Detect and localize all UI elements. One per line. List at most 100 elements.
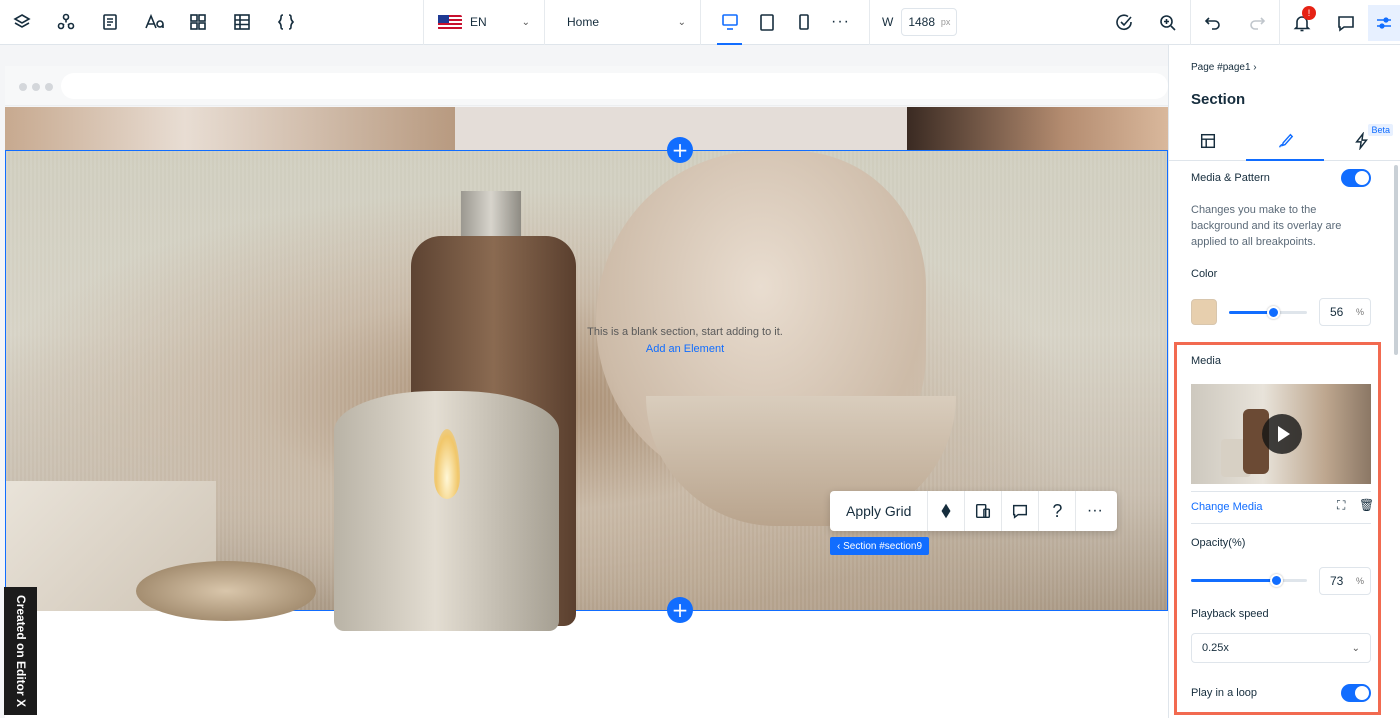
language-label: EN [470, 15, 487, 29]
section-name-tag[interactable]: ‹ Section #section9 [830, 537, 930, 555]
language-selector[interactable]: EN ⌄ [424, 0, 544, 45]
playback-speed-label: Playback speed [1191, 608, 1269, 620]
breakpoint-switcher: ··· [701, 0, 869, 45]
layers-icon [13, 14, 31, 28]
undo-icon [1204, 16, 1220, 30]
help-button[interactable]: ? [1039, 491, 1077, 531]
add-element-link[interactable]: Add an Element [580, 343, 790, 355]
tablet-breakpoint-button[interactable] [748, 0, 785, 45]
layout-icon [1200, 133, 1215, 148]
zoom-in-icon [1160, 14, 1176, 31]
panel-tabs: Beta [1169, 121, 1400, 161]
pages-icon [103, 14, 117, 30]
tab-design[interactable] [1246, 121, 1324, 161]
panel-title: Section [1191, 91, 1246, 108]
loop-label: Play in a loop [1191, 687, 1258, 699]
playback-speed-select[interactable]: 0.25x ⌄ [1191, 633, 1371, 663]
us-flag-icon [438, 14, 462, 30]
chevron-right-icon: › [1253, 62, 1257, 73]
more-icon: ··· [831, 13, 850, 30]
page-selector[interactable]: Home ⌄ [545, 0, 700, 45]
tablet-icon [759, 14, 774, 31]
notifications-button[interactable]: ! [1280, 0, 1324, 45]
inspector-panel: Page #page1 › Section Beta Media & Patte… [1168, 45, 1400, 718]
previous-section-image [5, 107, 455, 150]
comments-button[interactable] [1324, 0, 1368, 45]
responsive-button[interactable] [965, 491, 1003, 531]
components-button[interactable] [44, 0, 88, 45]
breadcrumb[interactable]: Page #page1 › [1191, 62, 1257, 73]
chevron-down-icon: ⌄ [677, 16, 686, 28]
question-icon: ? [1052, 500, 1063, 521]
components-icon [57, 13, 75, 30]
tab-interactions[interactable]: Beta [1324, 121, 1400, 160]
redo-button[interactable] [1235, 0, 1279, 45]
opacity-label: Opacity(%) [1191, 537, 1246, 549]
tab-layout[interactable] [1169, 121, 1246, 160]
code-button[interactable] [264, 0, 308, 45]
redo-icon [1250, 16, 1266, 30]
typography-button[interactable] [132, 0, 176, 45]
diamond-animation-icon [941, 503, 951, 519]
more-breakpoints-button[interactable]: ··· [822, 0, 859, 45]
layers-button[interactable] [0, 0, 44, 45]
brush-icon [1278, 133, 1294, 148]
top-toolbar: EN ⌄ Home ⌄ ··· W 1488 px ! [0, 0, 1400, 45]
section-floating-toolbar: Apply Grid ? ··· [830, 491, 1117, 531]
typography-icon [145, 13, 164, 29]
comment-button[interactable] [1002, 491, 1040, 531]
browser-frame [5, 66, 1168, 106]
zoom-button[interactable] [1146, 0, 1190, 45]
animation-button[interactable] [928, 491, 966, 531]
color-opacity-input[interactable]: 56% [1319, 298, 1371, 326]
more-actions-button[interactable]: ··· [1076, 491, 1113, 531]
loop-toggle[interactable] [1341, 684, 1371, 702]
pages-button[interactable] [88, 0, 132, 45]
canvas-width-control: W 1488 px [870, 0, 969, 45]
media-pattern-toggle[interactable] [1341, 169, 1371, 187]
created-on-editor-x-badge[interactable]: Created on Editor X [4, 587, 37, 715]
check-circle-icon [1116, 13, 1132, 30]
media-label: Media [1191, 355, 1221, 367]
undo-button[interactable] [1191, 0, 1235, 45]
desktop-breakpoint-button[interactable] [711, 0, 748, 45]
trash-icon[interactable]: 🗑 [1359, 498, 1374, 512]
width-label: W [882, 15, 894, 29]
breakpoint-note: Changes you make to the background and i… [1191, 204, 1342, 248]
sliders-icon [1377, 16, 1391, 29]
change-media-link[interactable]: Change Media [1191, 501, 1263, 513]
cms-button[interactable] [220, 0, 264, 45]
selected-section[interactable] [5, 150, 1168, 631]
width-value: 1488 [908, 15, 936, 29]
mobile-icon [798, 14, 809, 30]
apply-grid-button[interactable]: Apply Grid [830, 491, 929, 531]
apps-button[interactable] [176, 0, 220, 45]
media-opacity-slider[interactable] [1191, 574, 1307, 587]
window-dots [19, 83, 53, 91]
desktop-icon [721, 14, 738, 30]
media-opacity-input[interactable]: 73% [1319, 567, 1371, 595]
slider-handle[interactable] [1269, 574, 1283, 587]
mobile-breakpoint-button[interactable] [785, 0, 822, 45]
color-opacity-slider[interactable] [1229, 306, 1307, 319]
site-check-button[interactable] [1102, 0, 1146, 45]
color-swatch[interactable] [1191, 299, 1217, 325]
media-thumbnail[interactable] [1191, 384, 1371, 484]
play-icon[interactable] [1262, 414, 1302, 454]
beta-badge: Beta [1368, 124, 1393, 136]
url-bar [61, 73, 1168, 99]
crop-focus-icon[interactable]: ⛶ [1337, 498, 1345, 513]
width-input[interactable]: 1488 px [901, 8, 958, 36]
slider-handle[interactable] [1266, 306, 1280, 319]
apps-icon [190, 14, 206, 30]
plus-icon: + [671, 138, 689, 162]
right-tools: ! [1102, 0, 1400, 45]
media-pattern-label: Media & Pattern [1191, 172, 1270, 184]
panel-scrollbar[interactable] [1394, 165, 1398, 355]
width-unit: px [940, 17, 951, 27]
add-section-below-button[interactable]: + [667, 597, 693, 623]
site-preview: + + This is a blank section, start addin… [5, 107, 1168, 718]
inspector-toggle-button[interactable] [1368, 4, 1400, 41]
add-section-above-button[interactable]: + [667, 137, 693, 163]
chevron-down-icon: ⌄ [1351, 642, 1360, 654]
